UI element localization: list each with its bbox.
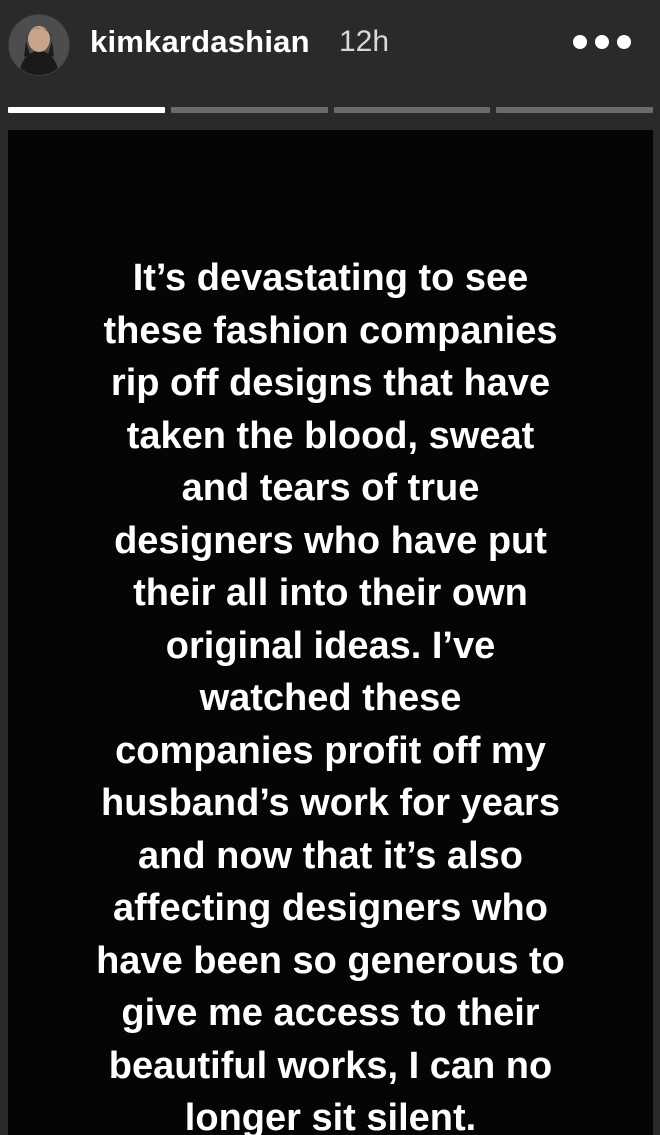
story-text: It’s devastating to see these fashion co… [96,257,565,1135]
progress-segment-2 [170,107,328,113]
progress-segment-3 [333,107,491,113]
story-progress-bar [8,107,653,113]
more-options-button[interactable] [573,28,631,56]
story-content[interactable]: It’s devastating to see these fashion co… [8,130,653,1135]
progress-segment-4 [496,107,653,113]
username[interactable]: kimkardashian [90,24,310,60]
profile-avatar[interactable] [8,14,70,76]
progress-segment-1 [8,107,165,113]
story-header: kimkardashian 12h [0,0,660,100]
profile-photo-icon [9,15,69,75]
more-dot-icon [617,35,631,49]
post-timestamp: 12h [339,25,390,58]
more-dot-icon [595,35,609,49]
more-dot-icon [573,35,587,49]
